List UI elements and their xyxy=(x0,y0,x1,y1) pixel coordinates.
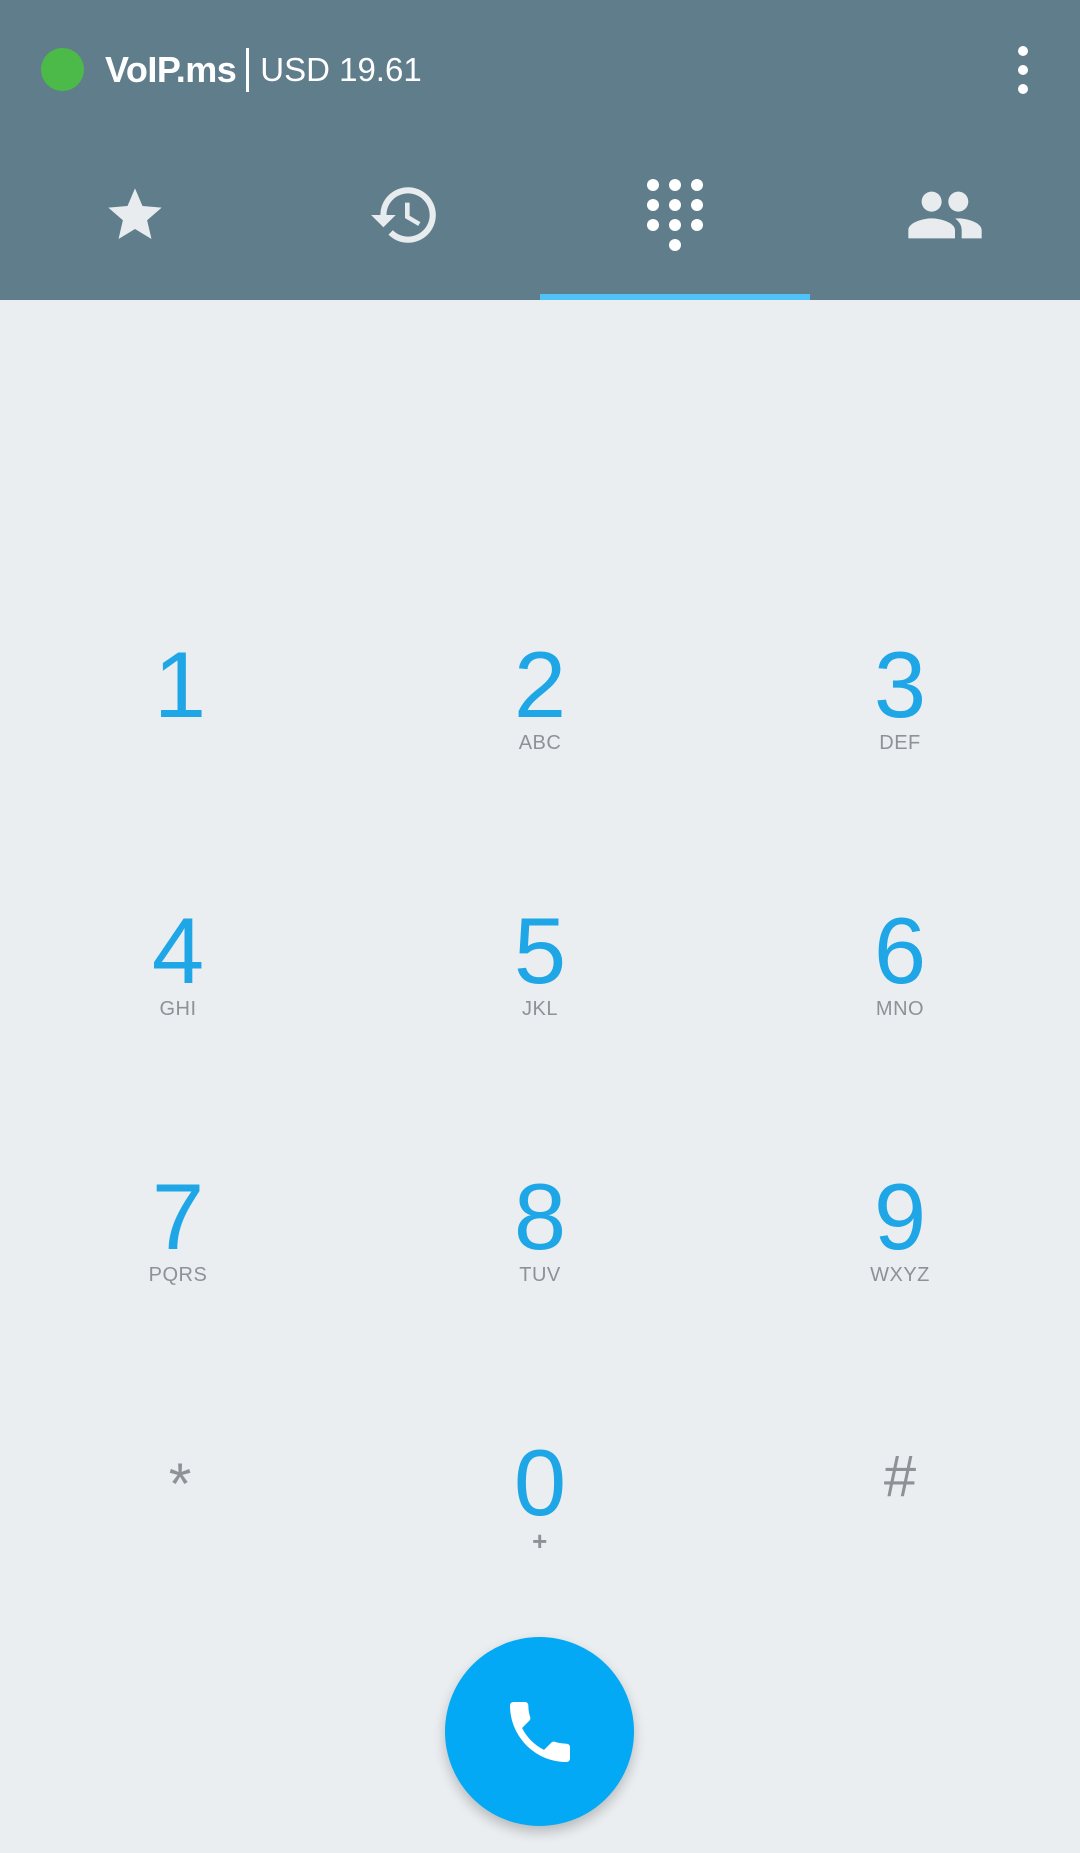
key-1[interactable]: 1 xyxy=(30,638,330,838)
phone-icon xyxy=(509,1701,570,1762)
key-2[interactable]: 2 ABC xyxy=(390,638,690,838)
key-8[interactable]: 8 TUV xyxy=(390,1170,690,1370)
key-digit: 4 xyxy=(151,898,205,1003)
history-icon xyxy=(371,187,436,243)
app-bar: VoIP.ms USD 19.61 xyxy=(0,0,1080,300)
call-button[interactable] xyxy=(445,1637,634,1826)
key-letters: MNO xyxy=(875,998,925,1020)
key-digit: 1 xyxy=(153,632,207,737)
tab-contacts[interactable] xyxy=(810,140,1080,300)
key-4[interactable]: 4 GHI xyxy=(28,904,328,1104)
app-name: VoIP.ms xyxy=(105,49,237,90)
key-digit: 0 xyxy=(513,1430,567,1535)
title-row: VoIP.ms USD 19.61 xyxy=(0,0,1080,140)
key-digit: 6 xyxy=(873,898,927,1003)
more-options-icon[interactable] xyxy=(1000,40,1046,100)
key-0[interactable]: 0 + xyxy=(390,1436,690,1636)
key-hash[interactable]: # xyxy=(750,1430,1050,1630)
tab-history[interactable] xyxy=(270,140,540,300)
dialpad-icon xyxy=(647,179,703,251)
key-digit: 8 xyxy=(513,1164,567,1269)
key-digit: 3 xyxy=(873,632,927,737)
dot xyxy=(1018,84,1028,94)
key-letters: GHI xyxy=(159,998,197,1020)
dialer-screen: VoIP.ms USD 19.61 1 2 ABC 3 DEF 4 GHI 5 … xyxy=(0,0,1080,1853)
key-3[interactable]: 3 DEF xyxy=(750,638,1050,838)
tab-bar xyxy=(0,140,1080,300)
key-9[interactable]: 9 WXYZ xyxy=(750,1170,1050,1370)
registration-status-icon xyxy=(41,48,84,91)
key-digit: 7 xyxy=(151,1164,205,1269)
title-divider xyxy=(246,48,250,92)
key-7[interactable]: 7 PQRS xyxy=(28,1170,328,1370)
key-letters: PQRS xyxy=(148,1264,208,1286)
tab-dialpad[interactable] xyxy=(540,140,810,300)
key-star[interactable]: * xyxy=(30,1438,330,1638)
account-balance: USD 19.61 xyxy=(260,51,422,88)
dot xyxy=(1018,46,1028,56)
key-digit: # xyxy=(883,1444,917,1509)
key-digit: 2 xyxy=(513,632,567,737)
title: VoIP.ms USD 19.61 xyxy=(105,44,422,96)
star-icon xyxy=(108,188,162,239)
key-letters: + xyxy=(532,1526,548,1556)
key-letters: DEF xyxy=(879,732,921,754)
tab-favorites[interactable] xyxy=(0,140,270,300)
dot xyxy=(1018,65,1028,75)
dialpad: 1 2 ABC 3 DEF 4 GHI 5 JKL 6 MNO 7 PQRS 8… xyxy=(0,300,1080,1853)
key-digit: * xyxy=(168,1452,192,1517)
key-digit: 5 xyxy=(513,898,567,1003)
key-letters: WXYZ xyxy=(870,1264,930,1286)
key-letters: TUV xyxy=(519,1264,561,1286)
key-6[interactable]: 6 MNO xyxy=(750,904,1050,1104)
key-5[interactable]: 5 JKL xyxy=(390,904,690,1104)
key-letters: JKL xyxy=(522,998,558,1020)
key-letters: ABC xyxy=(518,732,562,754)
contacts-icon xyxy=(908,191,982,239)
key-digit: 9 xyxy=(873,1164,927,1269)
